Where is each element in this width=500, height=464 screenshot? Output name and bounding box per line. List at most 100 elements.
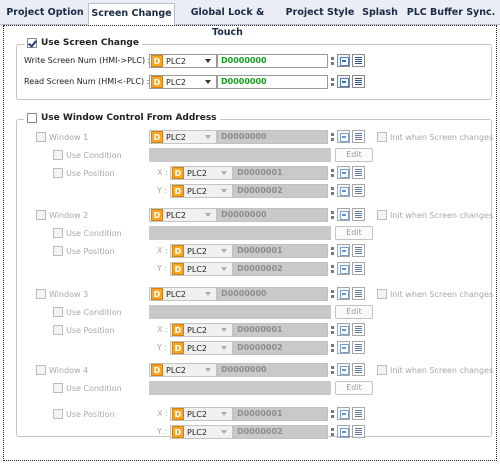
read-address-input[interactable]: D0000000 [217,75,328,89]
x-device-select[interactable]: D PLC2 [170,166,233,180]
x-device-select[interactable]: D PLC2 [170,323,233,337]
use-position-row[interactable]: Use Position [53,246,115,256]
address-list-icon[interactable] [352,341,365,354]
window-checkbox[interactable] [36,365,46,375]
use-condition-row[interactable]: Use Condition [53,307,122,317]
keypad-icon[interactable] [337,341,350,354]
address-spinner[interactable] [331,208,335,222]
y-address-input[interactable]: D0000002 [233,425,328,439]
address-list-icon[interactable] [352,244,365,257]
address-list-icon[interactable] [352,407,365,420]
use-position-checkbox[interactable] [53,409,63,419]
use-condition-checkbox[interactable] [53,383,63,393]
keypad-icon[interactable] [337,208,350,221]
window-address-input[interactable]: D0000000 [217,363,328,377]
init-when-screen-changes[interactable]: Init when Screen changes [377,210,493,220]
edit-condition-button[interactable]: Edit [335,226,373,240]
address-spinner[interactable] [331,287,335,301]
keypad-icon[interactable] [337,184,350,197]
window-checkbox[interactable] [36,210,46,220]
init-when-screen-changes[interactable]: Init when Screen changes [377,289,493,299]
window-device-select[interactable]: D PLC2 [149,208,217,222]
address-list-icon[interactable] [352,75,365,88]
read-address-spinner[interactable] [331,75,335,89]
address-list-icon[interactable] [352,184,365,197]
y-address-input[interactable]: D0000002 [233,184,328,198]
use-screen-change-checkbox[interactable] [27,38,37,48]
init-checkbox[interactable] [377,289,387,299]
use-condition-checkbox[interactable] [53,307,63,317]
window-1-checkbox-row[interactable]: Window 1 [36,132,88,142]
window-address-input[interactable]: D0000000 [217,208,328,222]
use-condition-row[interactable]: Use Condition [53,383,122,393]
init-checkbox[interactable] [377,365,387,375]
keypad-icon[interactable] [337,166,350,179]
address-spinner[interactable] [331,184,335,198]
y-device-select[interactable]: D PLC2 [170,425,233,439]
condition-field[interactable] [149,148,331,162]
use-position-checkbox[interactable] [53,246,63,256]
use-position-checkbox[interactable] [53,325,63,335]
window-4-checkbox-row[interactable]: Window 4 [36,365,88,375]
address-spinner[interactable] [331,363,335,377]
keypad-icon[interactable] [337,363,350,376]
use-position-checkbox[interactable] [53,168,63,178]
keypad-icon[interactable] [337,75,350,88]
window-checkbox[interactable] [36,132,46,142]
address-spinner[interactable] [331,244,335,258]
init-when-screen-changes[interactable]: Init when Screen changes [377,365,493,375]
address-list-icon[interactable] [352,287,365,300]
use-condition-row[interactable]: Use Condition [53,150,122,160]
y-device-select[interactable]: D PLC2 [170,341,233,355]
window-3-checkbox-row[interactable]: Window 3 [36,289,88,299]
window-address-input[interactable]: D0000000 [217,130,328,144]
tab-plc-buffer-sync[interactable]: PLC Buffer Sync. [404,3,498,24]
write-device-select[interactable]: D PLC2 [149,54,217,68]
x-address-input[interactable]: D0000001 [233,244,328,258]
address-list-icon[interactable] [352,363,365,376]
init-checkbox[interactable] [377,132,387,142]
address-list-icon[interactable] [352,166,365,179]
keypad-icon[interactable] [337,54,350,67]
address-spinner[interactable] [331,166,335,180]
keypad-icon[interactable] [337,130,350,143]
keypad-icon[interactable] [337,262,350,275]
keypad-icon[interactable] [337,425,350,438]
window-address-input[interactable]: D0000000 [217,287,328,301]
read-device-select[interactable]: D PLC2 [149,75,217,89]
condition-field[interactable] [149,226,331,240]
address-list-icon[interactable] [352,262,365,275]
tab-screen-change[interactable]: Screen Change [88,3,175,25]
address-spinner[interactable] [331,341,335,355]
tab-global-lock-touch[interactable]: Global Lock & Touch [176,3,279,38]
keypad-icon[interactable] [337,244,350,257]
use-window-control-checkbox[interactable] [27,113,37,123]
condition-field[interactable] [149,381,331,395]
window-2-checkbox-row[interactable]: Window 2 [36,210,88,220]
address-list-icon[interactable] [352,323,365,336]
write-address-spinner[interactable] [331,54,335,68]
address-list-icon[interactable] [352,208,365,221]
x-device-select[interactable]: D PLC2 [170,244,233,258]
use-condition-checkbox[interactable] [53,150,63,160]
keypad-icon[interactable] [337,287,350,300]
x-address-input[interactable]: D0000001 [233,407,328,421]
tab-project-option[interactable]: Project Option [4,3,86,24]
x-device-select[interactable]: D PLC2 [170,407,233,421]
edit-condition-button[interactable]: Edit [335,148,373,162]
init-checkbox[interactable] [377,210,387,220]
window-device-select[interactable]: D PLC2 [149,130,217,144]
address-list-icon[interactable] [352,425,365,438]
condition-field[interactable] [149,305,331,319]
use-position-row[interactable]: Use Position [53,409,115,419]
y-device-select[interactable]: D PLC2 [170,262,233,276]
y-address-input[interactable]: D0000002 [233,262,328,276]
address-list-icon[interactable] [352,54,365,67]
address-list-icon[interactable] [352,130,365,143]
x-address-input[interactable]: D0000001 [233,166,328,180]
init-when-screen-changes[interactable]: Init when Screen changes [377,132,493,142]
use-position-row[interactable]: Use Position [53,325,115,335]
tab-splash[interactable]: Splash [360,3,400,24]
y-address-input[interactable]: D0000002 [233,341,328,355]
address-spinner[interactable] [331,130,335,144]
